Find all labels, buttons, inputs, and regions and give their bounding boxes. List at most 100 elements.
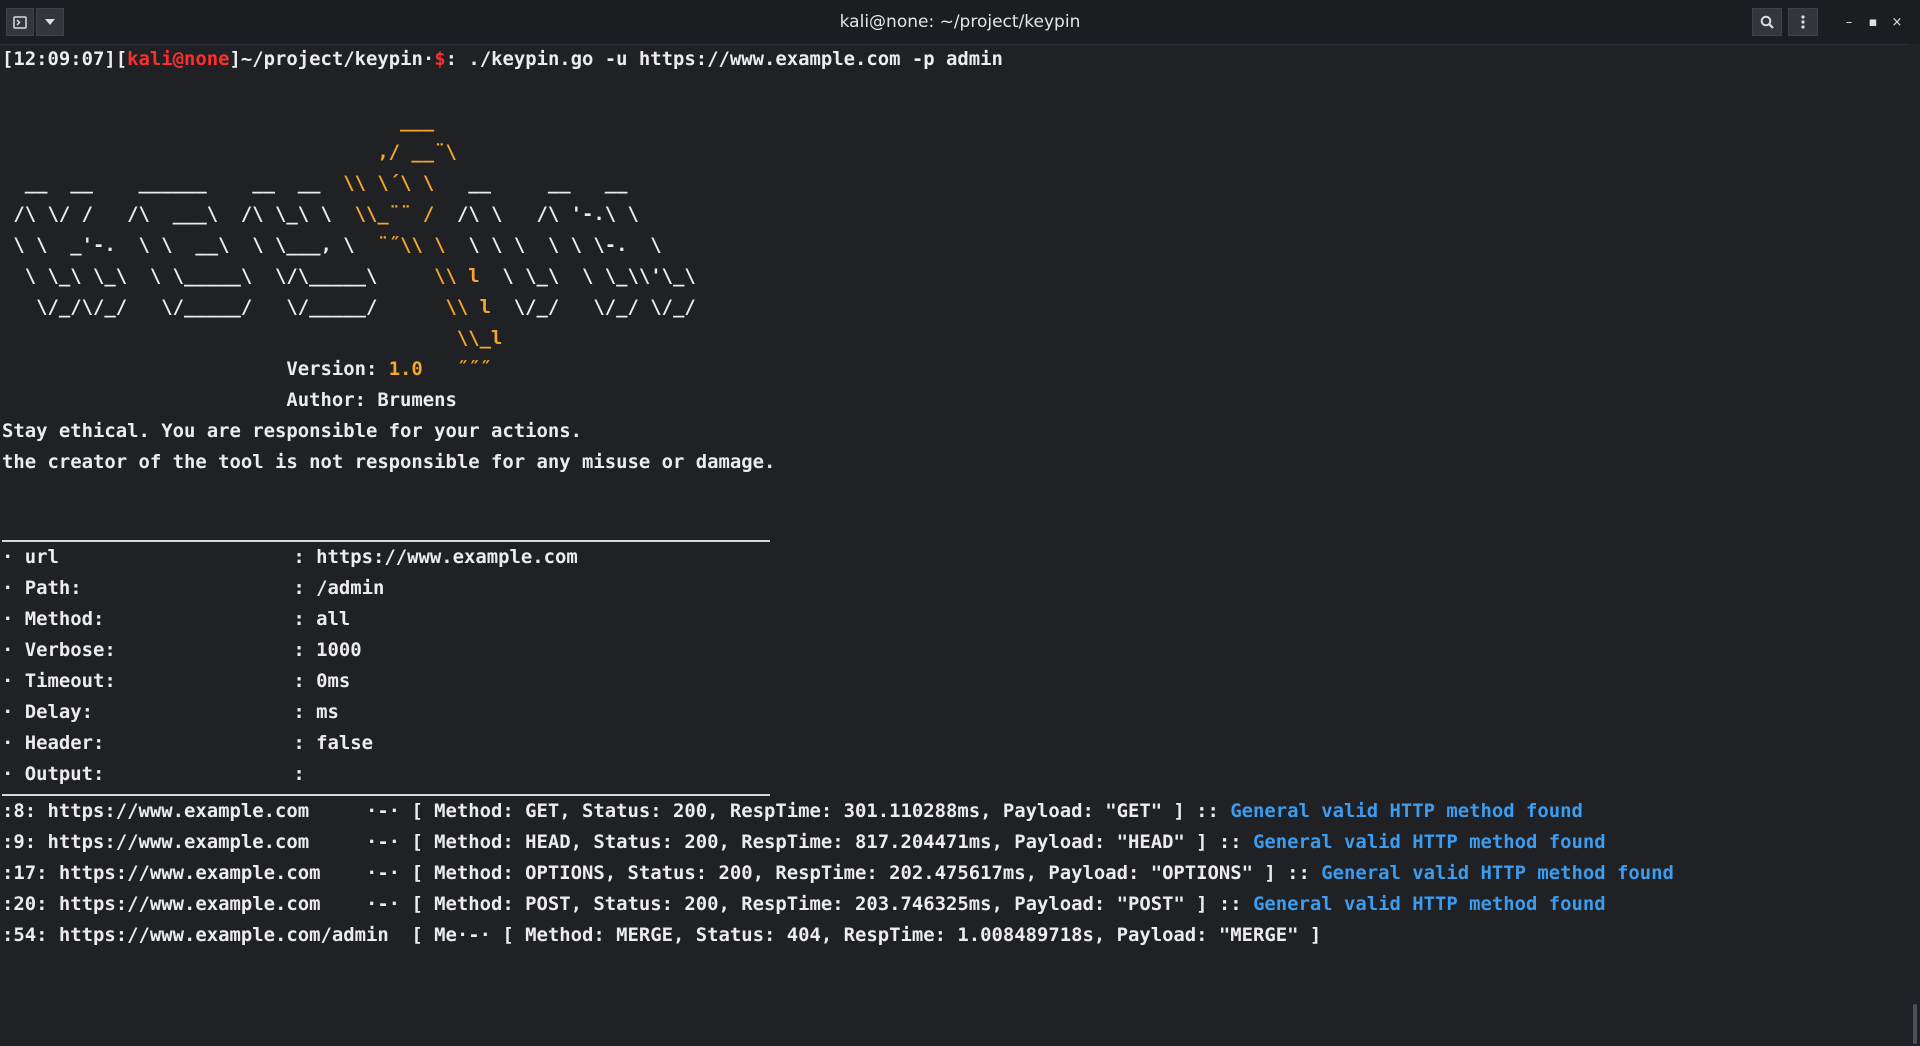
config-bullet: · (2, 639, 14, 661)
config-key: Verbose: (13, 639, 116, 661)
prompt-user: kali@none (127, 48, 230, 70)
config-value: : ms (293, 701, 339, 723)
ascii-art-segment: \\ l (388, 265, 480, 287)
window-title: kali@none: ~/project/keypin (839, 12, 1081, 32)
ascii-art-segment: \ \ \ \ \ \-. \ (445, 234, 662, 256)
author-line: Author: Brumens (2, 389, 457, 411)
config-key: Delay: (13, 701, 93, 723)
ascii-art-segment: /\ \ /\ '-.\ \ (434, 203, 639, 225)
ascii-art-segment: \/_/ \/_/ \/_/ (491, 296, 696, 318)
config-key: Path: (13, 577, 82, 599)
prompt-dot: · (422, 48, 435, 70)
config-row: · Header: : false (2, 728, 1908, 759)
ascii-art-segment: __ __ __ (434, 172, 628, 194)
config-bullet: · (2, 670, 14, 692)
config-key: Header: (13, 732, 105, 754)
ascii-art-segment: \ \ _'-. \ \ __\ \ \___, \ (2, 234, 366, 256)
ascii-tail: ˝˝˝ (422, 358, 492, 380)
config-bullet: · (2, 608, 14, 630)
config-value: : 0ms (293, 670, 351, 692)
config-bullet: · (2, 701, 14, 723)
prompt-open-bracket: [ (115, 48, 128, 70)
prompt-dollar: $ (434, 48, 446, 70)
search-icon[interactable] (1752, 8, 1782, 36)
config-bullet: · (2, 763, 14, 785)
result-body: [ Method: OPTIONS, Status: 200, RespTime… (411, 862, 1322, 884)
config-bullet: · (2, 546, 14, 568)
terminal-output[interactable]: [12:09:07][kali@none]~/project/keypin·$:… (0, 44, 1908, 1046)
ascii-art-line: \ \ _'-. \ \ __\ \ \___, \ ¨˝\\ \ \ \ \ … (2, 230, 1908, 261)
minimize-button[interactable]: – (1838, 15, 1860, 30)
result-found-note: General valid HTTP method found (1230, 800, 1583, 822)
ascii-art-segment: __ __ ______ __ __ (2, 172, 332, 194)
ascii-art-segment: ___ (2, 110, 435, 132)
ascii-art-line: \ \_\ \_\ \ \_____\ \/\_____\ \\ l \ \_\… (2, 261, 1908, 292)
config-value: : false (293, 732, 373, 754)
config-key: Output: (13, 763, 105, 785)
result-row: :17: https://www.example.com ·-· [ Metho… (2, 858, 1908, 889)
result-body: [ Method: POST, Status: 200, RespTime: 2… (411, 893, 1254, 915)
ascii-art-segment: \\_¨¨ / (343, 203, 435, 225)
config-row: · Method:: all (2, 604, 1908, 635)
config-bullet: · (2, 732, 14, 754)
command-prompt-line: [12:09:07][kali@none]~/project/keypin·$:… (2, 44, 1908, 75)
warning-line-2: the creator of the tool is not responsib… (2, 451, 776, 473)
config-value: : 1000 (293, 639, 362, 661)
version-value: 1.0 (388, 358, 423, 380)
config-row: · Path: : /admin (2, 573, 1908, 604)
result-prefix: :8: https://www.example.com ·-· (2, 800, 412, 822)
prompt-colon: : (445, 48, 457, 70)
version-label: Version: (2, 358, 389, 380)
ascii-art-segment: \\_l (2, 327, 503, 349)
result-prefix: :54: https://www.example.com/admin [ Me·… (2, 924, 503, 946)
config-list: · url: https://www.example.com · Path:: /… (2, 542, 1908, 790)
ascii-art-line: \\_l (2, 323, 1908, 354)
result-found-note: General valid HTTP method found (1253, 831, 1606, 853)
results-list: :8: https://www.example.com ·-· [ Method… (2, 796, 1908, 951)
version-line: Version: 1.0 ˝˝˝ (2, 354, 1908, 385)
result-prefix: :9: https://www.example.com ·-· (2, 831, 412, 853)
result-row: :20: https://www.example.com ·-· [ Metho… (2, 889, 1908, 920)
ascii-art-line: ,/ __¨\ (2, 137, 1908, 168)
ascii-art-segment: ¨˝\\ \ (365, 234, 446, 256)
scrollbar-thumb[interactable] (1913, 1004, 1917, 1044)
prompt-close-bracket: ] (229, 48, 241, 70)
titlebar-right-group: – ▪ × (1746, 8, 1908, 36)
terminal-scrollbar[interactable] (1908, 44, 1920, 1046)
config-value: : (293, 763, 305, 785)
close-button[interactable]: × (1886, 15, 1908, 30)
command-text: ./keypin.go -u https://www.example.com -… (456, 48, 1003, 70)
prompt-path: ~/project/keypin (240, 48, 423, 70)
config-row: · url: https://www.example.com (2, 542, 1908, 573)
ascii-art-segment: \ \_\ \ \_\\'\_\ (479, 265, 696, 287)
config-row: · Output:: (2, 759, 1908, 790)
warning-line-1: Stay ethical. You are responsible for yo… (2, 420, 583, 442)
ascii-art-segment: \\ \´\ \ (331, 172, 435, 194)
config-value: : /admin (293, 577, 385, 599)
result-body: [ Method: MERGE, Status: 404, RespTime: … (502, 924, 1322, 946)
config-value: : all (293, 608, 351, 630)
result-row: :8: https://www.example.com ·-· [ Method… (2, 796, 1908, 827)
ascii-art-line: ___ (2, 106, 1908, 137)
result-found-note: General valid HTTP method found (1253, 893, 1606, 915)
prompt-time: [12:09:07] (2, 48, 116, 70)
result-row: :54: https://www.example.com/admin [ Me·… (2, 920, 1908, 951)
ascii-art-segment: ,/ __¨\ (2, 141, 457, 163)
config-row: · Verbose: : 1000 (2, 635, 1908, 666)
result-prefix: :17: https://www.example.com ·-· (2, 862, 412, 884)
ascii-art-segment: \ \_\ \_\ \ \_____\ \/\_____\ (2, 265, 389, 287)
ascii-art-segment: \/_/\/_/ \/_____/ \/_____/ (2, 296, 401, 318)
window-titlebar: kali@none: ~/project/keypin – ▪ × (0, 0, 1920, 45)
ascii-art-segment: \\ l (400, 296, 492, 318)
config-key: Timeout: (13, 670, 116, 692)
maximize-button[interactable]: ▪ (1862, 15, 1884, 30)
result-body: [ Method: GET, Status: 200, RespTime: 30… (411, 800, 1231, 822)
result-prefix: :20: https://www.example.com ·-· (2, 893, 412, 915)
ascii-art-line: \/_/\/_/ \/_____/ \/_____/ \\ l \/_/ \/_… (2, 292, 1908, 323)
config-key: url (13, 546, 59, 568)
ascii-art-line: __ __ ______ __ __ \\ \´\ \ __ __ __ (2, 168, 1908, 199)
config-bullet: · (2, 577, 14, 599)
more-vertical-icon[interactable] (1788, 8, 1818, 36)
result-body: [ Method: HEAD, Status: 200, RespTime: 8… (411, 831, 1254, 853)
